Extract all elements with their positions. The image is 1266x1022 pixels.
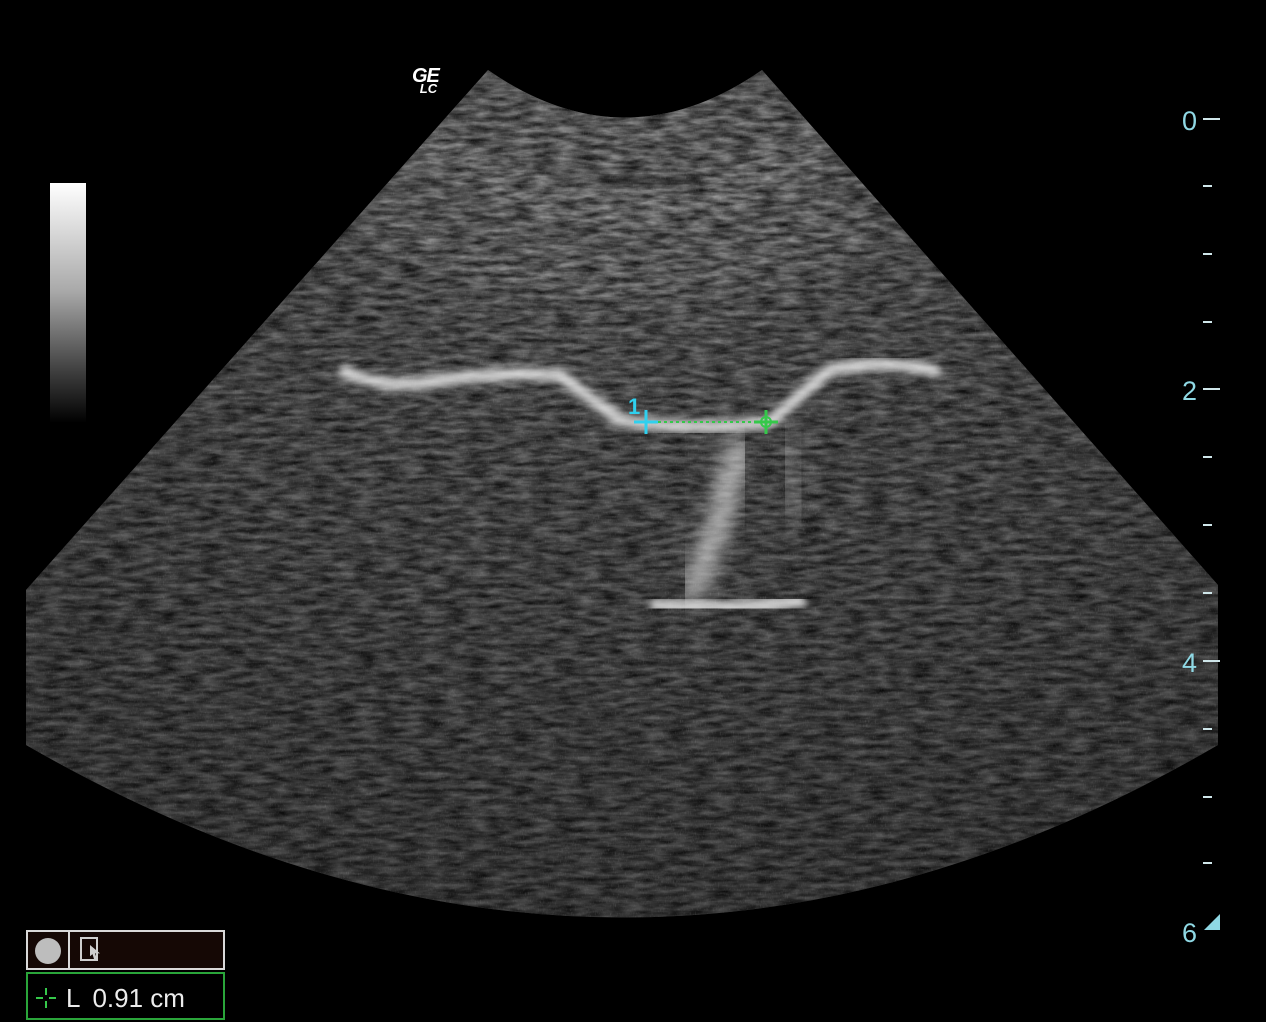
depth-label-0: 0	[1182, 106, 1198, 136]
caliper-label: 1	[628, 394, 641, 419]
ultrasound-sector	[26, 70, 1218, 918]
record-circle-icon[interactable]	[35, 938, 61, 964]
measurement-result: L 0.91 cm	[26, 972, 225, 1020]
status-panel	[26, 930, 225, 970]
status-divider	[68, 932, 70, 968]
pointer-hand-icon[interactable]	[80, 937, 98, 961]
ultrasound-image	[26, 70, 1220, 930]
focus-marker-icon[interactable]	[1204, 914, 1220, 930]
depth-label-6: 6	[1182, 918, 1198, 948]
depth-label-2: 2	[1182, 376, 1198, 406]
logo-subtext: LC	[419, 81, 438, 96]
measurement-value: 0.91 cm	[92, 983, 185, 1013]
measurement-text: L 0.91 cm	[66, 983, 197, 1014]
measurement-type: L	[66, 983, 81, 1013]
depth-label-4: 4	[1182, 648, 1198, 678]
manufacturer-logo: GE LC	[412, 66, 440, 96]
grayscale-bar	[50, 183, 86, 423]
caliper-crosshair-icon	[36, 988, 56, 1008]
